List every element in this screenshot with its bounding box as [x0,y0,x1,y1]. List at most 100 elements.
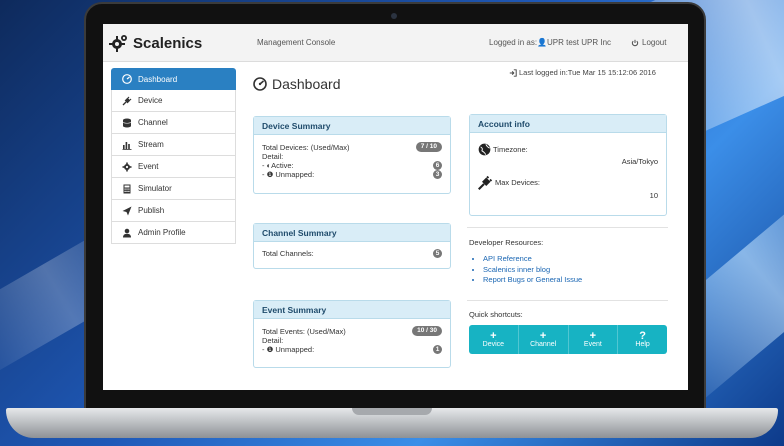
plus-icon: + [490,330,497,342]
device-unmapped-badge: 3 [433,170,442,179]
calculator-icon [123,184,131,193]
channel-summary-panel: Channel Summary Total Channels: 5 [253,223,451,269]
account-info-title: Account info [470,115,666,133]
device-unmapped-row: - ❶ Unmapped: 3 [262,170,442,179]
laptop-camera [391,13,397,19]
device-summary-panel: Device Summary Total Devices: (Used/Max)… [253,116,451,194]
send-icon [122,206,132,215]
sidebar-item-stream[interactable]: Stream [111,134,236,156]
event-unmapped-badge: 1 [433,345,442,354]
dashboard-icon [122,74,132,84]
event-summary-body: Total Events: (Used/Max) 10 / 30 Detail:… [254,319,450,361]
event-summary-panel: Event Summary Total Events: (Used/Max) 1… [253,300,451,368]
brand-gear-icon [109,35,127,52]
quick-shortcuts-title: Quick shortcuts: [469,310,523,319]
brand[interactable]: Scalenics [109,33,202,53]
sign-in-icon [509,68,517,77]
shortcut-add-device-button[interactable]: + Device [469,325,519,354]
sidebar: Dashboard Device Channel Stream Event Si… [111,68,236,244]
sidebar-item-label: Admin Profile [138,228,186,237]
event-total-label: Total Events: (Used/Max) [262,326,346,336]
top-navbar: Scalenics Management Console Logged in a… [103,24,688,62]
globe-icon [478,143,491,156]
timezone-value: Asia/Tokyo [621,157,658,166]
last-login-text: Last logged in:Tue Mar 15 15:12:06 2016 [519,68,656,77]
sidebar-item-label: Device [138,96,163,105]
event-unmapped-row: - ❶ Unmapped: 1 [262,345,442,354]
channel-total-label: Total Channels: [262,249,314,258]
logout-label: Logout [642,38,667,47]
plus-icon: + [589,330,597,342]
plug-icon [122,96,132,105]
sidebar-item-label: Channel [138,118,168,127]
sidebar-item-channel[interactable]: Channel [111,112,236,134]
quick-shortcuts-bar: + Device + Channel + Event ? Help [469,325,667,354]
shortcut-label: Help [635,341,650,348]
event-detail-label: Detail: [262,336,284,345]
device-active-badge: 6 [433,161,442,170]
power-icon [631,39,639,46]
sidebar-item-label: Publish [138,206,165,215]
plus-icon: + [539,330,547,342]
user-icon [123,228,131,237]
max-devices-value: 10 [649,191,658,200]
device-total-label: Total Devices: (Used/Max) [262,142,350,152]
link-api-reference[interactable]: API Reference [483,254,582,265]
screen: Scalenics Management Console Logged in a… [103,24,688,390]
account-info-body: Timezone: Asia/Tokyo Max Devices: 10 [470,133,666,207]
developer-resources-list: API Reference Scalenics inner blog Repor… [483,254,582,286]
timezone-row: Timezone: [478,143,658,156]
channel-total-badge: 5 [433,249,442,258]
sidebar-item-event[interactable]: Event [111,156,236,178]
sidebar-item-dashboard[interactable]: Dashboard [111,68,236,90]
question-icon: ? [639,330,646,342]
sidebar-item-label: Stream [138,140,164,149]
shortcut-label: Event [583,341,602,348]
page-title: Dashboard [253,76,341,92]
device-active-row: - ◐Active: 6 [262,161,442,170]
sidebar-item-label: Simulator [138,184,172,193]
max-devices-label: Max Devices: [495,178,541,187]
last-login-info: Last logged in:Tue Mar 15 15:12:06 2016 [509,68,656,77]
sidebar-item-simulator[interactable]: Simulator [111,178,236,200]
database-icon [122,118,132,127]
shortcut-add-event-button[interactable]: + Event [569,325,619,354]
logout-link[interactable]: Logout [631,38,666,47]
developer-resources-title: Developer Resources: [469,238,544,247]
shortcut-label: Channel [530,341,557,348]
plug-icon [478,175,493,190]
device-total-badge: 7 / 10 [415,142,442,152]
shortcut-help-button[interactable]: ? Help [618,325,667,354]
channel-summary-body: Total Channels: 5 [254,242,450,265]
gear-icon [122,162,132,171]
bar-chart-icon [122,141,132,150]
divider [467,300,668,301]
timezone-label: Timezone: [493,145,528,154]
dashboard-icon [253,77,267,91]
link-inner-blog[interactable]: Scalenics inner blog [483,265,582,276]
brand-name: Scalenics [133,34,203,52]
divider [467,227,668,228]
max-devices-row: Max Devices: [478,175,658,190]
sidebar-item-publish[interactable]: Publish [111,200,236,222]
device-total-row: Total Devices: (Used/Max) 7 / 10 [262,142,442,152]
nav-management-console[interactable]: Management Console [257,38,335,47]
sidebar-item-label: Dashboard [138,74,178,84]
laptop-base-notch [352,408,432,415]
channel-summary-title: Channel Summary [254,224,450,242]
event-unmapped-label: - ❶ Unmapped: [262,345,315,354]
sidebar-item-admin-profile[interactable]: Admin Profile [111,222,236,244]
device-summary-title: Device Summary [254,117,450,135]
shortcut-add-channel-button[interactable]: + Channel [519,325,569,354]
channel-total-row: Total Channels: 5 [262,249,442,258]
link-report-bugs[interactable]: Report Bugs or General Issue [483,275,582,286]
sidebar-item-label: Event [138,162,159,171]
page-title-text: Dashboard [272,76,341,92]
logged-in-user[interactable]: Logged in as:👤UPR test UPR Inc [489,38,611,47]
device-active-label: - ◐Active: [262,161,294,170]
device-detail-label: Detail: [262,152,284,161]
event-total-badge: 10 / 30 [412,326,442,336]
sidebar-item-device[interactable]: Device [111,90,236,112]
device-summary-body: Total Devices: (Used/Max) 7 / 10 Detail:… [254,135,450,186]
device-unmapped-label: - ❶ Unmapped: [262,170,315,179]
